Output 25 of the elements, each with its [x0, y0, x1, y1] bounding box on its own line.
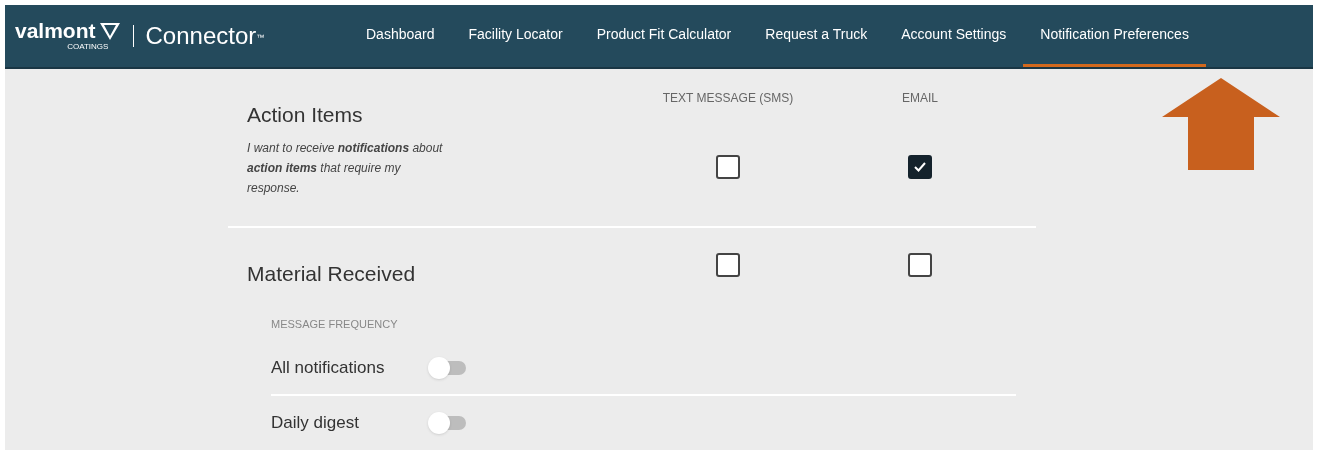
toggle-switch[interactable] — [428, 412, 468, 434]
nav-link[interactable]: Product Fit Calculator — [579, 5, 749, 67]
checkbox[interactable] — [716, 154, 740, 179]
option-label: Daily digest — [271, 412, 360, 435]
section-description: I want to receive notifications about action items that require my response. — [247, 140, 444, 197]
nav-link[interactable]: Account Settings — [884, 5, 1024, 67]
checkbox[interactable] — [716, 253, 740, 277]
frequency-label: MESSAGE FREQUENCY — [271, 316, 399, 332]
toggle-switch[interactable] — [428, 357, 468, 379]
nav-link[interactable]: Notification Preferences — [1023, 5, 1206, 67]
nav-link[interactable]: Facility Locator — [451, 5, 580, 67]
option-label: All notifications — [271, 357, 386, 380]
brand-logo-text: valmont — [15, 20, 96, 42]
nav-link[interactable]: Dashboard — [349, 5, 452, 67]
nav-link[interactable]: Request a Truck — [748, 5, 885, 67]
section-title: Action Items — [247, 101, 364, 128]
checkmark-icon — [913, 160, 927, 173]
logo-mark-icon — [98, 20, 121, 41]
checkbox[interactable] — [908, 253, 932, 277]
checkbox[interactable] — [908, 154, 932, 179]
product-name: Connector$^{™}$ — [145, 23, 265, 48]
column-header: EMAIL — [902, 89, 938, 107]
column-header: TEXT MESSAGE (SMS) — [662, 89, 794, 107]
brand-subtitle: COATINGS — [67, 43, 109, 52]
section-title: Material Received — [247, 261, 417, 287]
